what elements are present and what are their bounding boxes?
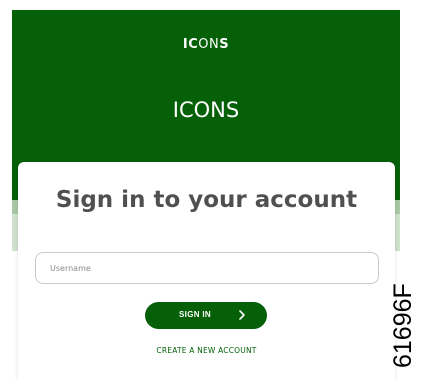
sign-in-button[interactable]: SIGN IN (145, 302, 267, 329)
create-account-link[interactable]: CREATE A NEW ACCOUNT (18, 346, 395, 355)
username-input[interactable] (35, 252, 379, 284)
header-title: ICONS (172, 98, 240, 122)
logo-part: IC (182, 37, 199, 52)
image-id-watermark: 61696F (389, 283, 417, 368)
brand-logo: ICONS (12, 37, 400, 52)
sign-in-button-label: SIGN IN (179, 310, 211, 319)
login-page: ICONS ICONS Sign in to your account SIGN… (0, 0, 424, 380)
logo-part: S (219, 37, 230, 52)
chevron-right-icon (239, 310, 245, 320)
sign-in-card: Sign in to your account SIGN IN CREATE A… (18, 162, 395, 380)
logo-part: ON (198, 37, 220, 52)
sign-in-heading: Sign in to your account (55, 187, 358, 213)
